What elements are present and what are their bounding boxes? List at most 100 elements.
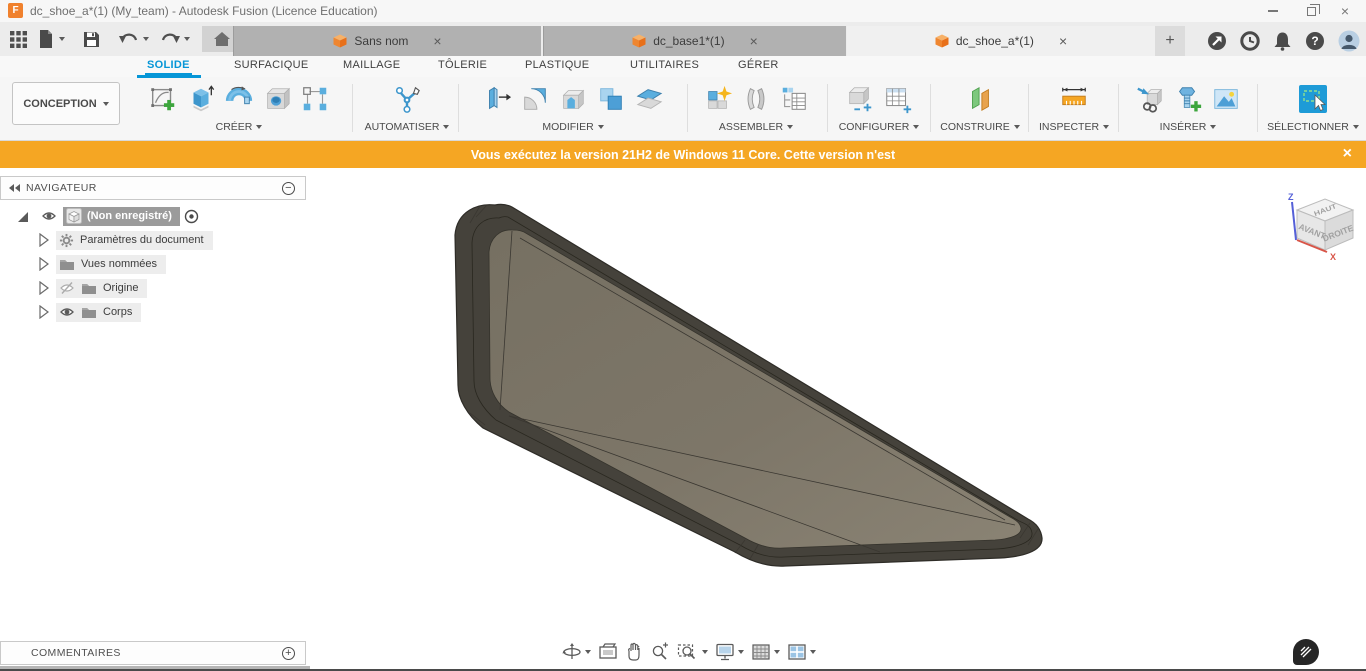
ribbon-tab-surfacique[interactable]: SURFACIQUE [232,59,311,71]
minimize-button[interactable] [1256,0,1290,22]
fusion-logo-icon: F [8,3,23,18]
help-icon[interactable]: ? [1305,31,1325,51]
ribbon-tab-gerer[interactable]: GÉRER [736,59,781,71]
notifications-bell-icon[interactable] [1273,31,1292,51]
doc-tab-sans-nom[interactable]: Sans nom × [233,26,541,56]
automate-button[interactable] [388,80,426,118]
component-doc-icon [66,208,82,224]
tree-row-named-views[interactable]: Vues nommées [0,252,166,276]
restore-button[interactable] [1294,0,1328,22]
insert-fastener-button[interactable] [1169,80,1207,118]
minimize-panel-icon[interactable]: − [282,182,295,195]
group-label-assembler[interactable]: ASSEMBLER [719,121,793,133]
orbit-button[interactable] [562,642,591,662]
group-label-modifier[interactable]: MODIFIER [542,121,603,133]
tree-row-bodies[interactable]: Corps [0,300,141,324]
pattern-button[interactable] [296,80,334,118]
group-label-creer[interactable]: CRÉER [216,121,263,133]
user-avatar[interactable] [1338,30,1360,52]
close-tab-icon[interactable]: × [750,33,758,49]
zoom-window-button[interactable] [677,642,708,662]
measure-button[interactable] [1055,80,1093,118]
expanded-arrow-icon[interactable] [16,210,29,223]
select-button[interactable] [1294,80,1332,118]
file-menu-button[interactable] [33,25,69,53]
group-label-construire[interactable]: CONSTRUIRE [940,121,1019,133]
new-tab-button[interactable]: + [1155,26,1185,56]
group-label-selectionner[interactable]: SÉLECTIONNER [1267,121,1359,133]
collapsed-arrow-icon[interactable] [38,281,50,295]
ribbon-tab-maillage[interactable]: MAILLAGE [341,59,402,71]
tree-row-document-settings[interactable]: Paramètres du document [0,228,213,252]
tree-item-label: Origine [103,282,138,294]
configuration-button[interactable] [841,80,879,118]
save-icon [83,31,100,48]
group-label-automatiser[interactable]: AUTOMATISER [365,121,450,133]
grid-settings-button[interactable] [751,643,780,661]
extrude-button[interactable] [182,80,220,118]
fillet-button[interactable] [516,80,554,118]
combine-button[interactable] [592,80,630,118]
group-label-configurer[interactable]: CONFIGURER [839,121,920,133]
ribbon-tab-utilitaires[interactable]: UTILITAIRES [628,59,701,71]
mesh-body-model[interactable] [440,193,1060,583]
collapsed-arrow-icon[interactable] [38,233,50,247]
shell-button[interactable] [554,80,592,118]
root-item-selected[interactable]: (Non enregistré) [63,207,180,226]
group-label-inserer[interactable]: INSÉRER [1160,121,1217,133]
ribbon-tab-solide[interactable]: SOLIDE [145,59,192,76]
collapse-panel-icon[interactable] [9,184,20,192]
ribbon-tab-tolerie[interactable]: TÔLERIE [436,59,489,71]
visibility-off-icon[interactable] [59,281,75,295]
bom-button[interactable] [775,80,813,118]
configuration-table-icon [883,84,913,114]
clock-icon[interactable] [1240,31,1260,51]
create-sketch-button[interactable] [144,80,182,118]
insert-derive-button[interactable] [1131,80,1169,118]
insert-image-button[interactable] [1207,80,1245,118]
redo-button[interactable] [155,25,194,53]
collapsed-arrow-icon[interactable] [38,305,50,319]
model-viewport[interactable]: HAUT AVANT DROITE Z X NAVIGATEUR − (Non … [0,168,1366,671]
pan-button[interactable] [625,642,643,662]
press-pull-button[interactable] [478,80,516,118]
comments-panel-header[interactable]: COMMENTAIRES + [0,641,306,665]
close-window-button[interactable]: × [1328,0,1362,22]
close-tab-icon[interactable]: × [1059,33,1067,49]
undo-button[interactable] [114,25,153,53]
viewports-button[interactable] [787,643,816,661]
feedback-chat-button[interactable] [1293,639,1319,665]
app-grid-button[interactable] [6,25,31,53]
display-settings-button[interactable] [715,642,744,662]
workspace-selector-button[interactable]: CONCEPTION [12,82,120,125]
look-at-button[interactable] [598,643,618,661]
collapsed-arrow-icon[interactable] [38,257,50,271]
save-button[interactable] [79,25,104,53]
visibility-eye-icon[interactable] [41,209,57,223]
pattern-icon [300,84,330,114]
doc-tab-dc-shoe-a[interactable]: dc_shoe_a*(1) × [847,26,1155,56]
hole-button[interactable] [258,80,296,118]
configuration-table-button[interactable] [879,80,917,118]
construct-plane-button[interactable] [961,80,999,118]
offset-face-button[interactable] [630,80,668,118]
doc-tab-dc-base1[interactable]: dc_base1*(1) × [543,26,846,56]
new-component-button[interactable] [699,80,737,118]
revolve-button[interactable] [220,80,258,118]
display-settings-icon [715,642,735,662]
ribbon-tab-plastique[interactable]: PLASTIQUE [523,59,591,71]
bom-table-icon [779,84,809,114]
add-comment-icon[interactable]: + [282,647,295,660]
banner-close-icon[interactable]: × [1343,145,1352,163]
visibility-eye-icon[interactable] [59,305,75,319]
close-tab-icon[interactable]: × [433,33,441,49]
navigator-panel-header[interactable]: NAVIGATEUR − [0,176,306,200]
joint-button[interactable] [737,80,775,118]
group-label-inspecter[interactable]: INSPECTER [1039,121,1109,133]
extensions-icon[interactable] [1207,31,1227,51]
zoom-button[interactable] [650,642,670,662]
tree-row-root[interactable]: (Non enregistré) [0,204,199,228]
activate-radio-icon[interactable] [184,209,199,224]
tree-row-origin[interactable]: Origine [0,276,147,300]
viewcube[interactable]: HAUT AVANT DROITE Z X [1283,190,1366,268]
